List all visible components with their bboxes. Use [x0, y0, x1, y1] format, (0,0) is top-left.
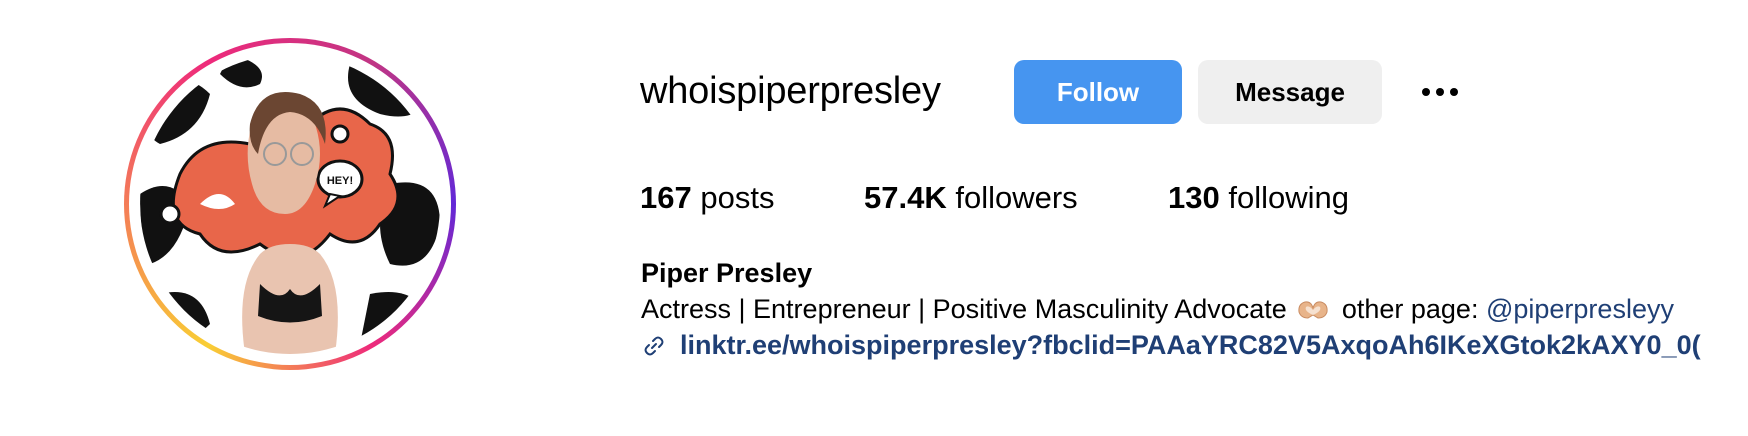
external-link[interactable]: linktr.ee/whoispiperpresley?fbclid=PAAaY… — [680, 330, 1701, 361]
posts-stat: 167 posts — [640, 180, 774, 216]
profile-avatar[interactable]: HEY! — [124, 38, 456, 370]
link-icon — [644, 336, 664, 355]
external-link-row[interactable]: linktr.ee/whoispiperpresley?fbclid=PAAaY… — [640, 330, 1701, 361]
bio-mention-link[interactable]: @piperpresleyy — [1486, 294, 1674, 324]
full-name: Piper Presley — [641, 258, 813, 288]
heart-hands-emoji — [1298, 301, 1328, 319]
following-stat[interactable]: 130 following — [1168, 180, 1349, 216]
avatar-photo: HEY! — [140, 54, 440, 354]
speech-bubble-text: HEY! — [327, 175, 353, 187]
following-count: 130 — [1168, 180, 1220, 215]
message-button[interactable]: Message — [1198, 60, 1382, 124]
followers-label: followers — [955, 180, 1078, 215]
bio: Actress | Entrepreneur | Positive Mascul… — [641, 294, 1674, 325]
posts-label: posts — [700, 180, 775, 215]
following-label: following — [1228, 180, 1349, 215]
bio-text: Actress | Entrepreneur | Positive Mascul… — [641, 294, 1287, 324]
username: whoispiperpresley — [640, 70, 941, 112]
followers-count: 57.4K — [864, 180, 947, 215]
posts-count: 167 — [640, 180, 692, 215]
more-options-icon[interactable] — [1416, 70, 1464, 114]
follow-button[interactable]: Follow — [1014, 60, 1182, 124]
bio-other-label: other page: — [1341, 294, 1479, 324]
followers-stat[interactable]: 57.4K followers — [864, 180, 1078, 216]
